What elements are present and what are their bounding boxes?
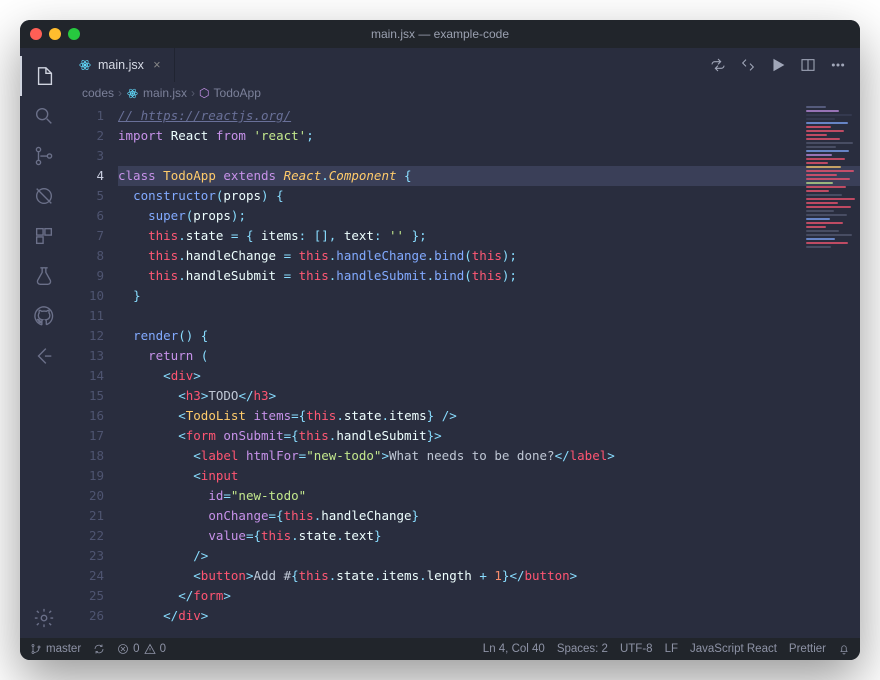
code-editor[interactable]: 1234567891011121314151617181920212223242…	[68, 104, 860, 638]
tab-bar: main.jsx ×	[68, 48, 860, 82]
close-tab-icon[interactable]: ×	[150, 58, 164, 72]
branch-name: master	[46, 643, 81, 655]
more-actions-icon[interactable]	[830, 57, 846, 73]
debug-icon[interactable]	[20, 176, 68, 216]
indentation-status[interactable]: Spaces: 2	[557, 643, 608, 655]
editor-actions	[710, 48, 860, 82]
react-icon	[126, 87, 139, 100]
window-controls	[30, 28, 80, 40]
chevron-right-icon: ›	[191, 86, 195, 100]
split-editor-icon[interactable]	[800, 57, 816, 73]
error-icon	[117, 643, 129, 655]
editor-area: main.jsx × codes › main.jsx › ⬡	[68, 48, 860, 638]
line-number-gutter[interactable]: 1234567891011121314151617181920212223242…	[68, 104, 118, 638]
react-icon	[78, 58, 92, 72]
sync-icon	[93, 643, 105, 655]
tab-filename: main.jsx	[98, 58, 144, 72]
breadcrumb-file[interactable]: main.jsx	[143, 86, 187, 100]
breadcrumb-symbol[interactable]: TodoApp	[214, 86, 261, 100]
chevron-right-icon: ›	[118, 86, 122, 100]
code-content[interactable]: // https://reactjs.org/import React from…	[118, 104, 860, 638]
notifications-icon[interactable]	[838, 643, 850, 655]
minimize-window-button[interactable]	[49, 28, 61, 40]
close-window-button[interactable]	[30, 28, 42, 40]
tab-main-jsx[interactable]: main.jsx ×	[68, 48, 175, 82]
warning-icon	[144, 643, 156, 655]
formatter-status[interactable]: Prettier	[789, 643, 826, 655]
problems-status[interactable]: 0 0	[117, 643, 166, 655]
status-bar: master 0 0 Ln 4, Col 40 Spaces: 2 UTF-8 …	[20, 638, 860, 660]
cursor-position-status[interactable]: Ln 4, Col 40	[483, 643, 545, 655]
explorer-icon[interactable]	[20, 56, 68, 96]
extensions-icon[interactable]	[20, 216, 68, 256]
sync-status[interactable]	[93, 643, 105, 655]
compare-icon[interactable]	[740, 57, 756, 73]
symbol-class-icon: ⬡	[199, 86, 209, 100]
source-control-icon[interactable]	[20, 136, 68, 176]
settings-gear-icon[interactable]	[20, 598, 68, 638]
git-branch-status[interactable]: master	[30, 643, 81, 655]
breadcrumb-folder[interactable]: codes	[82, 86, 114, 100]
leetcode-icon[interactable]	[20, 336, 68, 376]
run-icon[interactable]	[770, 57, 786, 73]
window-title: main.jsx — example-code	[371, 27, 509, 41]
language-mode-status[interactable]: JavaScript React	[690, 643, 777, 655]
git-branch-icon	[30, 643, 42, 655]
encoding-status[interactable]: UTF-8	[620, 643, 653, 655]
vscode-window: main.jsx — example-code main.jsx ×	[20, 20, 860, 660]
activity-bar	[20, 48, 68, 638]
maximize-window-button[interactable]	[68, 28, 80, 40]
github-icon[interactable]	[20, 296, 68, 336]
go-to-changes-icon[interactable]	[710, 57, 726, 73]
eol-status[interactable]: LF	[665, 643, 678, 655]
titlebar: main.jsx — example-code	[20, 20, 860, 48]
search-icon[interactable]	[20, 96, 68, 136]
breadcrumbs[interactable]: codes › main.jsx › ⬡ TodoApp	[68, 82, 860, 104]
testing-icon[interactable]	[20, 256, 68, 296]
